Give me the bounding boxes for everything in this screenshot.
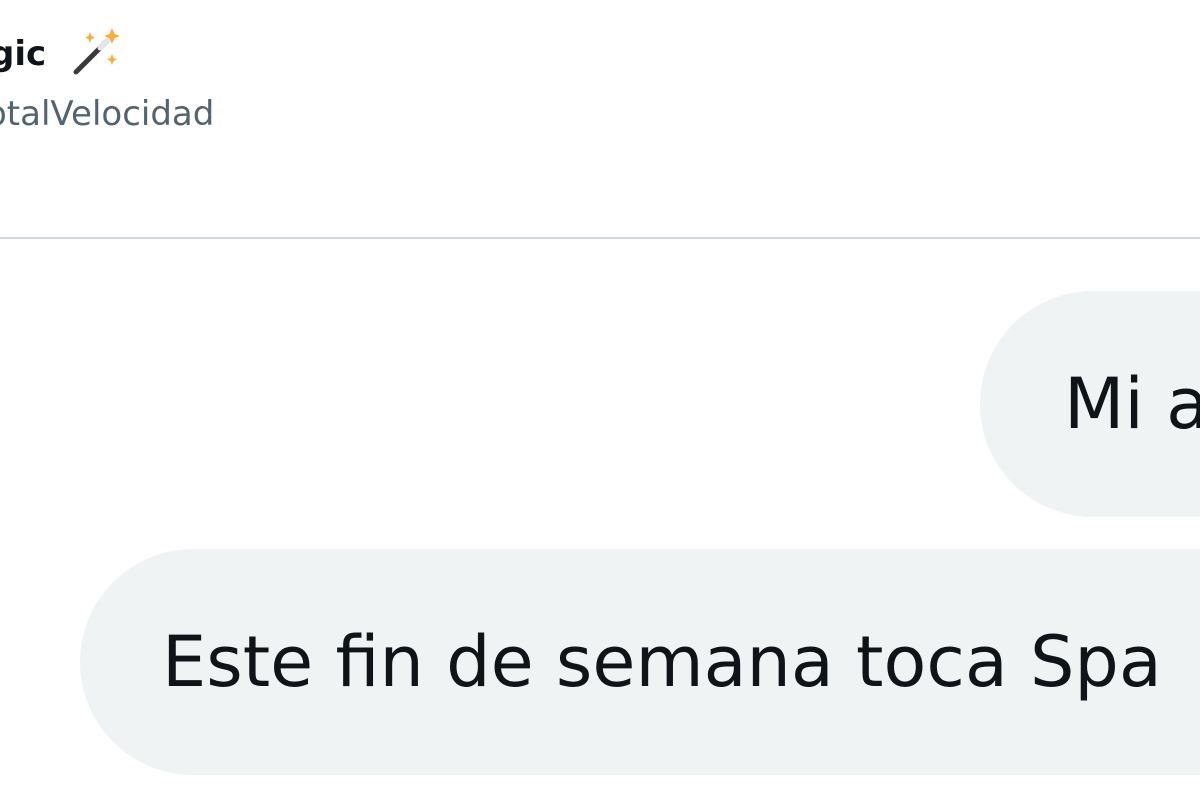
message-list: Mi a Este fin de semana toca Spa <box>0 239 1200 800</box>
message-text: Este fin de semana toca Spa <box>162 621 1162 703</box>
message-bubble-incoming[interactable]: Este fin de semana toca Spa <box>80 549 1200 775</box>
dm-conversation-view: gic otalVelocidad Mi a Este fin de seman… <box>0 0 1200 800</box>
message-bubble-outgoing[interactable]: Mi a <box>980 291 1200 517</box>
magic-wand-icon <box>73 28 120 75</box>
conversation-header: gic otalVelocidad <box>0 0 1200 237</box>
message-text: Mi a <box>1064 363 1200 445</box>
display-name[interactable]: gic <box>0 26 46 82</box>
user-handle[interactable]: otalVelocidad <box>0 88 214 140</box>
